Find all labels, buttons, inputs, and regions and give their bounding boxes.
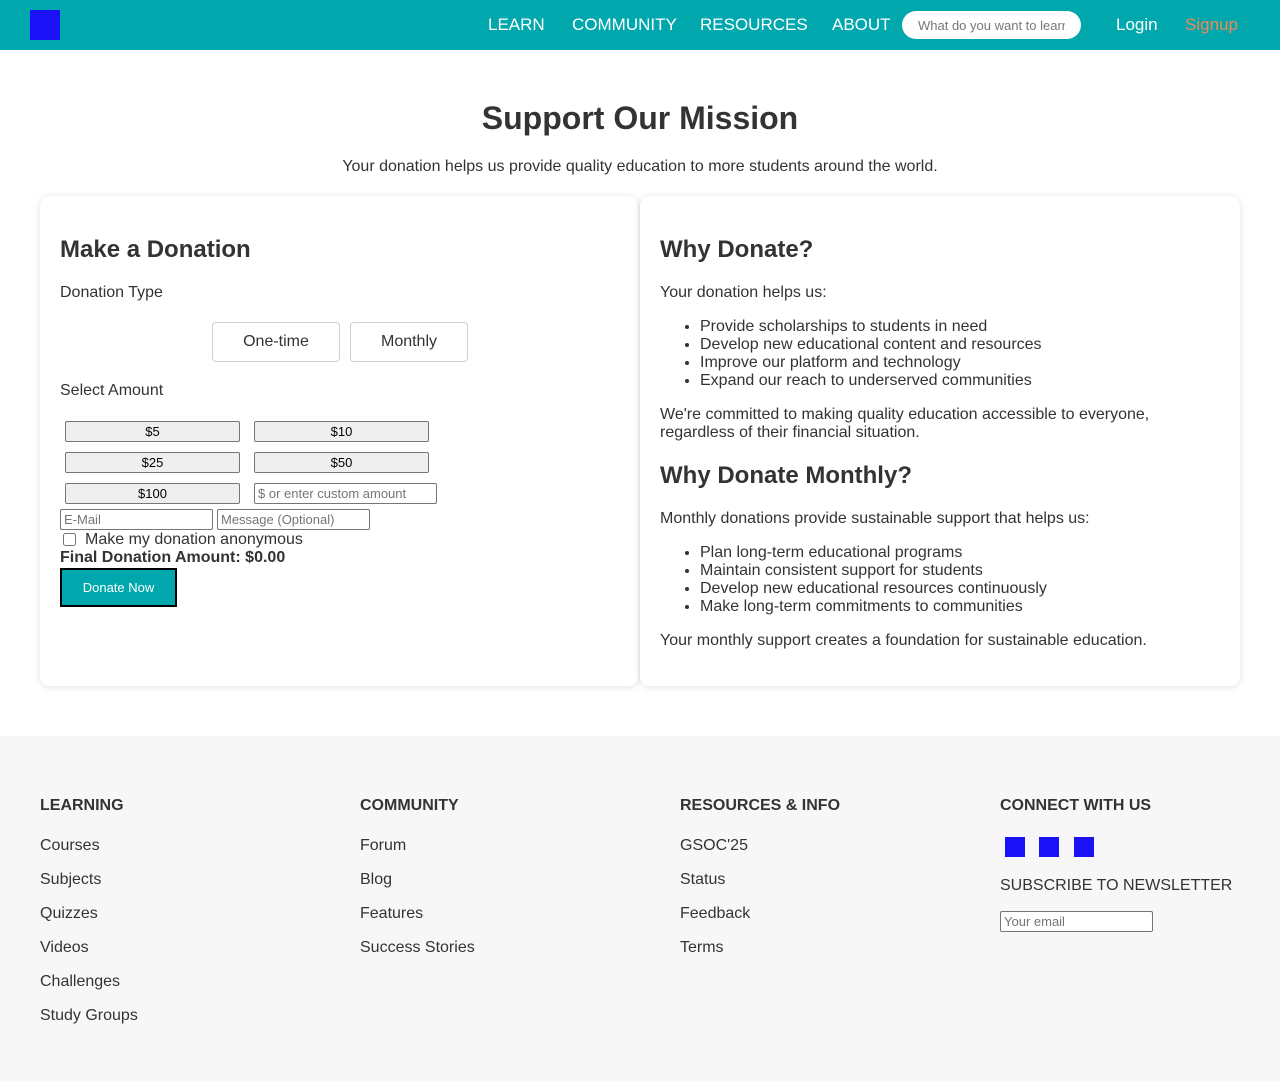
why-donate-heading: Why Donate? (660, 236, 814, 263)
footer-link-videos[interactable]: Videos (40, 938, 138, 958)
final-amount-value: $0.00 (245, 549, 286, 566)
list-item: Maintain consistent support for students (700, 562, 1220, 580)
footer-heading-learning: LEARNING (40, 797, 124, 814)
donation-type-label: Donation Type (60, 284, 163, 301)
donation-heading: Make a Donation (60, 236, 251, 263)
final-amount: Final Donation Amount: $0.00 (60, 549, 285, 567)
amount-10-button[interactable]: $10 (254, 421, 429, 442)
why-intro: Your donation helps us: (660, 284, 827, 301)
footer-heading-community: COMMUNITY (360, 797, 459, 814)
custom-amount-input[interactable] (254, 483, 437, 504)
footer-link-gsoc[interactable]: GSOC'25 (680, 836, 840, 856)
footer-link-success-stories[interactable]: Success Stories (360, 938, 475, 958)
message-field[interactable] (217, 509, 370, 530)
footer-link-challenges[interactable]: Challenges (40, 972, 138, 992)
donation-card: Make a Donation Donation Type One-time M… (40, 196, 638, 686)
amount-5-button[interactable]: $5 (65, 421, 240, 442)
nav-learn[interactable]: LEARN (488, 15, 545, 35)
footer-link-terms[interactable]: Terms (680, 938, 840, 958)
list-item: Develop new educational content and reso… (700, 336, 1220, 354)
amount-50-button[interactable]: $50 (254, 452, 429, 473)
page-subtitle: Your donation helps us provide quality e… (342, 158, 938, 175)
page-title: Support Our Mission (481, 100, 799, 136)
newsletter-email-input[interactable] (1000, 911, 1153, 932)
nav-about[interactable]: ABOUT (832, 15, 891, 35)
search-input[interactable] (902, 11, 1081, 39)
footer-link-features[interactable]: Features (360, 904, 475, 924)
why-commitment: We're committed to making quality educat… (660, 406, 1150, 441)
login-link[interactable]: Login (1116, 15, 1158, 35)
why-list: Provide scholarships to students in need… (700, 318, 1220, 390)
social-icon-3[interactable] (1074, 837, 1094, 857)
logo-icon[interactable] (30, 10, 60, 40)
final-amount-label: Final Donation Amount: (60, 549, 241, 566)
footer-connect: CONNECT WITH US (1000, 796, 1151, 816)
why-donate-card: Why Donate? Your donation helps us: Prov… (640, 196, 1240, 686)
anonymous-checkbox[interactable] (63, 533, 76, 546)
monthly-button[interactable]: Monthly (350, 322, 468, 362)
signup-link[interactable]: Signup (1185, 15, 1238, 35)
anonymous-label: Make my donation anonymous (85, 531, 303, 548)
email-field[interactable] (60, 509, 213, 530)
nav-resources[interactable]: RESOURCES (700, 15, 808, 35)
footer-heading-resources: RESOURCES & INFO (680, 797, 841, 814)
footer-link-study-groups[interactable]: Study Groups (40, 1006, 138, 1026)
amount-100-button[interactable]: $100 (65, 483, 240, 504)
footer-learning: LEARNING Courses Subjects Quizzes Videos… (40, 796, 138, 1026)
footer-link-status[interactable]: Status (680, 870, 840, 890)
monthly-list: Plan long-term educational programs Main… (700, 544, 1220, 616)
footer-link-blog[interactable]: Blog (360, 870, 475, 890)
footer: LEARNING Courses Subjects Quizzes Videos… (0, 736, 1280, 1081)
footer-resources: RESOURCES & INFO GSOC'25 Status Feedback… (680, 796, 840, 958)
footer-link-feedback[interactable]: Feedback (680, 904, 840, 924)
nav-community[interactable]: COMMUNITY (572, 15, 677, 35)
footer-link-courses[interactable]: Courses (40, 836, 138, 856)
monthly-outro: Your monthly support creates a foundatio… (660, 632, 1147, 649)
why-monthly-heading: Why Donate Monthly? (660, 462, 912, 489)
footer-link-subjects[interactable]: Subjects (40, 870, 138, 890)
list-item: Develop new educational resources contin… (700, 580, 1220, 598)
footer-heading-connect: CONNECT WITH US (1000, 797, 1152, 814)
newsletter-label: SUBSCRIBE TO NEWSLETTER (1000, 877, 1233, 894)
one-time-button[interactable]: One-time (212, 322, 340, 362)
list-item: Expand our reach to underserved communit… (700, 372, 1220, 390)
monthly-intro: Monthly donations provide sustainable su… (660, 510, 1090, 527)
list-item: Make long-term commitments to communitie… (700, 598, 1220, 616)
social-icon-1[interactable] (1005, 837, 1025, 857)
social-icon-2[interactable] (1039, 837, 1059, 857)
list-item: Plan long-term educational programs (700, 544, 1220, 562)
footer-community: COMMUNITY Forum Blog Features Success St… (360, 796, 475, 958)
footer-link-quizzes[interactable]: Quizzes (40, 904, 138, 924)
top-navbar: LEARN COMMUNITY RESOURCES ABOUT Login Si… (0, 0, 1280, 50)
footer-link-forum[interactable]: Forum (360, 836, 475, 856)
select-amount-label: Select Amount (60, 382, 164, 399)
list-item: Improve our platform and technology (700, 354, 1220, 372)
list-item: Provide scholarships to students in need (700, 318, 1220, 336)
donate-now-button[interactable]: Donate Now (60, 568, 177, 607)
amount-25-button[interactable]: $25 (65, 452, 240, 473)
